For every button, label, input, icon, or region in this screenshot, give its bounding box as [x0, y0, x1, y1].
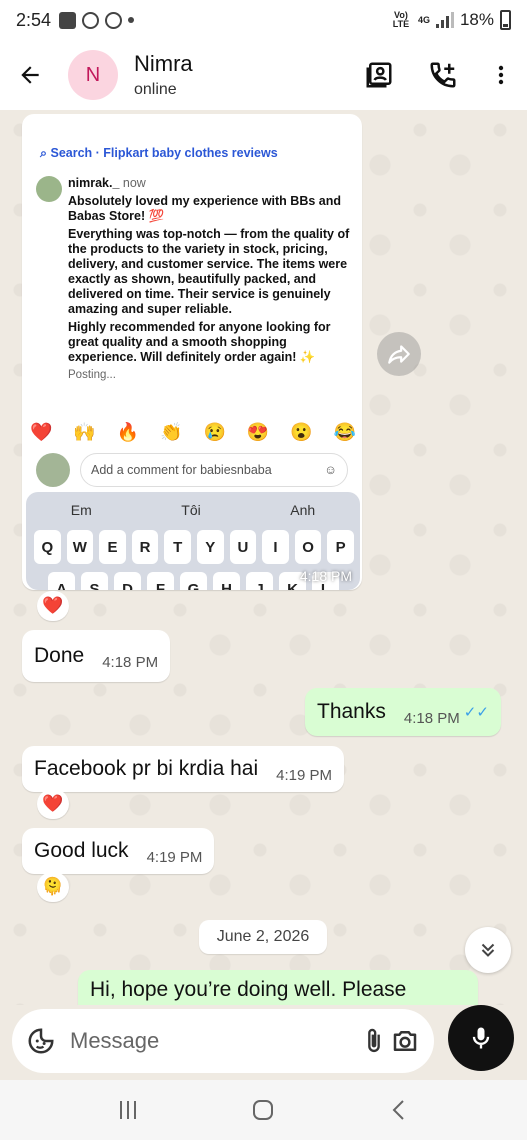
back-button[interactable]: [0, 45, 60, 105]
sticker-button[interactable]: [26, 1017, 56, 1065]
comment-field: Add a comment for babiesnbaba ☺: [80, 453, 348, 487]
voice-message-button[interactable]: [448, 1005, 514, 1071]
message-reaction[interactable]: ❤️: [37, 789, 69, 819]
chevron-double-down-icon: [481, 943, 495, 957]
forward-button[interactable]: [377, 332, 421, 376]
message-text: Good luck: [34, 839, 129, 862]
post-content: nimrak._ now Absolutely loved my experie…: [68, 176, 352, 386]
emoji-laugh: 😂: [333, 422, 356, 442]
message-time: 4:18 PM: [102, 653, 159, 671]
composer-bar: [0, 1005, 527, 1080]
nav-home-icon: [253, 1100, 274, 1120]
more-options-button[interactable]: [475, 45, 527, 105]
emoji-raised-hands: 🙌: [73, 422, 96, 442]
date-divider: June 2, 2026: [199, 920, 327, 954]
message-box: [12, 1009, 434, 1073]
message-text: Thanks: [317, 700, 386, 723]
battery-icon: [500, 10, 511, 30]
contact-card-icon: [366, 62, 392, 88]
attach-icon: [367, 1028, 380, 1053]
back-arrow-icon: [21, 66, 39, 84]
status-right: Vo) LTE 4G 18%: [390, 10, 511, 30]
back-nav-button[interactable]: [369, 1085, 429, 1135]
emoji-heart: ❤️: [30, 422, 53, 442]
notification-icons: [59, 11, 135, 29]
chat-header: N Nimra online: [0, 40, 527, 110]
message-text: Facebook pr bi krdia hai: [34, 757, 259, 780]
post-status: Posting...: [68, 369, 116, 381]
emoji-fire: 🔥: [116, 422, 140, 442]
sticker-icon: [28, 1028, 54, 1054]
chat-area[interactable]: ⌕ Search · Flipkart baby clothes reviews…: [0, 110, 527, 1005]
status-bar: 2:54 Vo) LTE 4G 18%: [0, 0, 527, 40]
message-bubble-in[interactable]: Facebook pr bi krdia hai 4:19 PM: [22, 746, 344, 792]
nav-recents-icon: [119, 1101, 136, 1119]
message-bubble-out[interactable]: Thanks 4:18 PM ✓✓: [305, 688, 501, 736]
message-reaction[interactable]: ❤️: [37, 591, 69, 621]
search-icon: ⌕: [40, 146, 51, 160]
post-username: nimrak._ now: [68, 176, 146, 190]
message-time: 4:18 PM: [403, 709, 460, 727]
emoji-clap: 👏: [160, 422, 183, 442]
comment-row: Add a comment for babiesnbaba ☺: [36, 452, 348, 488]
contact-status: online: [134, 81, 177, 98]
sticker-icon: ☺: [324, 463, 337, 477]
message-bubble-in[interactable]: Good luck 4:19 PM: [22, 828, 215, 874]
emoji-cry: 😢: [203, 422, 226, 442]
message-input[interactable]: [70, 1028, 358, 1054]
home-button[interactable]: [233, 1085, 293, 1135]
scroll-to-bottom-button[interactable]: [465, 927, 511, 973]
post-author-avatar: [36, 176, 62, 202]
volte-indicator: Vo) LTE: [392, 10, 410, 29]
message-reaction[interactable]: 🫠: [37, 872, 69, 902]
header-actions: [347, 45, 527, 105]
nav-back-icon: [392, 1100, 404, 1120]
add-call-icon: [430, 62, 456, 88]
camera-button[interactable]: [389, 1017, 420, 1065]
system-nav-bar: [0, 1080, 527, 1140]
battery-level: 18%: [459, 10, 494, 29]
message-text: Hi, hope you’re doing well. Please: [90, 978, 407, 1001]
forward-icon: [388, 345, 410, 364]
post-paragraph-1: Absolutely loved my experience with BBs …: [68, 194, 341, 223]
message-time: 4:19 PM: [276, 766, 332, 784]
network-type: 4G: [417, 14, 430, 25]
image-timestamp: 4:18 PM: [299, 568, 352, 584]
read-ticks-icon: ✓✓: [463, 704, 489, 721]
contact-name: Nimra: [134, 51, 193, 76]
post-paragraph-2: Everything was top-notch — from the qual…: [68, 227, 350, 316]
search-label: ⌕ Search · Flipkart baby clothes reviews: [40, 146, 278, 160]
image-message[interactable]: ⌕ Search · Flipkart baby clothes reviews…: [22, 114, 362, 590]
emoji-heart-eyes: 😍: [246, 422, 270, 442]
messenger-notification-icon: [105, 11, 123, 29]
commenter-avatar: [36, 453, 70, 487]
emoji-wow: 😮: [290, 422, 313, 442]
recents-button[interactable]: [98, 1085, 158, 1135]
status-time: 2:54: [16, 9, 52, 30]
contact-avatar[interactable]: N: [68, 50, 118, 100]
chatgpt-notification-icon: [82, 11, 100, 29]
keyboard-row-1: QWERTYUIOP: [26, 518, 360, 564]
message-text: Done: [34, 644, 85, 667]
camera-icon: [393, 1031, 416, 1051]
signal-icon: [435, 12, 454, 28]
contact-info[interactable]: Nimra online: [134, 51, 193, 99]
mic-icon: [472, 1027, 490, 1049]
post-paragraph-3: Highly recommended for anyone looking fo…: [68, 320, 331, 364]
keyboard-suggestions: Em Tôi Anh: [70, 502, 316, 518]
more-vert-icon: [498, 65, 504, 85]
emoji-quick-bar: ❤️ 🙌 🔥 👏 😢 😍 😮 😂: [30, 422, 356, 443]
message-bubble-out[interactable]: Hi, hope you’re doing well. Please: [78, 970, 478, 1005]
attach-button[interactable]: [358, 1017, 389, 1065]
gallery-notification-icon: [59, 11, 77, 29]
contact-card-button[interactable]: [347, 45, 411, 105]
message-time: 4:19 PM: [146, 848, 203, 866]
add-call-button[interactable]: [411, 45, 475, 105]
more-notifications-dot-icon: [128, 17, 135, 23]
message-bubble-in[interactable]: Done 4:18 PM: [22, 630, 171, 682]
